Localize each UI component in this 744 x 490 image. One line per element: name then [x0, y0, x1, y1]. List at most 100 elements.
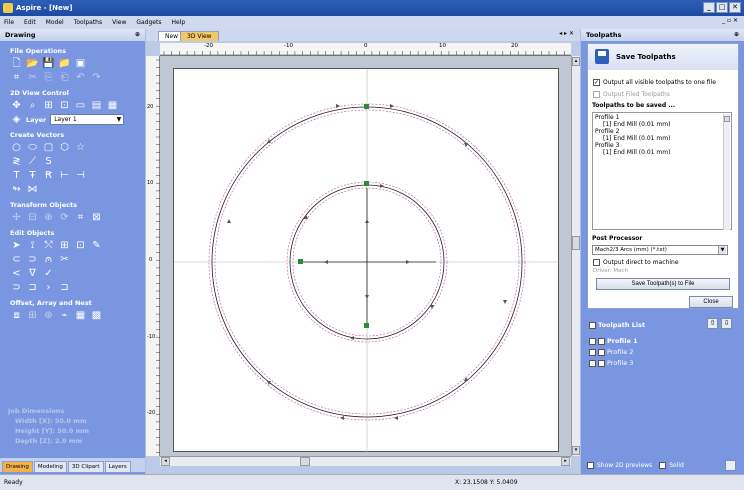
- pin-icon[interactable]: ⊕: [135, 29, 140, 41]
- list-scrollbar[interactable]: [723, 114, 730, 230]
- redo-icon[interactable]: ↷: [91, 72, 102, 83]
- cut-icon[interactable]: ✂: [27, 72, 38, 83]
- document-nav-arrows[interactable]: ◂ ▸ ✕: [559, 30, 574, 37]
- save-file-icon[interactable]: 💾: [42, 58, 54, 69]
- move-up-icon[interactable]: ⇧: [707, 318, 718, 329]
- show-2d-checkbox[interactable]: ✓: [587, 462, 594, 469]
- move-icon[interactable]: ✢: [11, 212, 22, 223]
- tab-drawing[interactable]: Drawing: [2, 461, 33, 472]
- nest-icon[interactable]: ▦: [75, 310, 86, 321]
- close-vector-icon[interactable]: ⊐: [27, 282, 38, 293]
- toolpaths-to-save-list[interactable]: Profile 1 [1] End Mill (0.01 mm) Profile…: [592, 112, 732, 230]
- pin-icon[interactable]: ⊕: [734, 29, 739, 41]
- import-icon[interactable]: 📁: [58, 58, 70, 69]
- move-down-icon[interactable]: ⇩: [721, 318, 732, 329]
- save-toolpaths-button[interactable]: Save Toolpath(s) to File: [596, 278, 730, 290]
- polyline-icon[interactable]: ≷: [11, 156, 22, 167]
- toolpath-visible-checkbox[interactable]: ✓: [589, 348, 596, 356]
- toolpath-list-checkbox[interactable]: ✓: [589, 321, 596, 329]
- scale-icon[interactable]: ⌗: [75, 212, 86, 223]
- measure-icon[interactable]: ⊣: [75, 170, 86, 181]
- maximize-button[interactable]: □: [716, 2, 728, 13]
- zoom-page-icon[interactable]: ▦: [107, 100, 118, 111]
- vertical-scrollbar[interactable]: ▴ ▾: [571, 56, 580, 456]
- intersect-icon[interactable]: ⩀: [43, 254, 54, 265]
- weld-icon[interactable]: ⊂: [11, 254, 22, 265]
- draw-freehand-icon[interactable]: ↬: [11, 184, 22, 195]
- undo-icon[interactable]: ↶: [75, 72, 86, 83]
- scroll-left-button[interactable]: ◂: [161, 457, 170, 466]
- toolpath-visible-checkbox[interactable]: ✓: [589, 359, 596, 367]
- circular-array-icon[interactable]: ⊛: [43, 310, 54, 321]
- ellipse-icon[interactable]: ⬭: [27, 142, 38, 153]
- center-icon[interactable]: ⊕: [43, 212, 54, 223]
- dimension-icon[interactable]: ⊢: [59, 170, 70, 181]
- list-scroll-thumb[interactable]: [724, 116, 730, 122]
- tab-layers[interactable]: Layers: [104, 461, 131, 472]
- subtract-icon[interactable]: ⊃: [27, 254, 38, 265]
- close-window-button[interactable]: ✕: [729, 2, 741, 13]
- tab-3d-clipart[interactable]: 3D Clipart: [67, 461, 104, 472]
- array-icon[interactable]: ⊞: [27, 310, 38, 321]
- menu-edit[interactable]: Edit: [24, 19, 36, 26]
- scroll-thumb-v[interactable]: [572, 236, 580, 250]
- vector-node-icon[interactable]: ⋈: [27, 184, 38, 195]
- toolpath-item[interactable]: ✓ Profile 2: [589, 348, 633, 356]
- smooth-icon[interactable]: ∇: [27, 268, 38, 279]
- menu-file[interactable]: File: [4, 19, 14, 26]
- text-on-curve-icon[interactable]: Ꞧ: [43, 170, 54, 181]
- show-2d-option[interactable]: ✓ Show 2D previews Solid: [587, 462, 684, 469]
- menu-help[interactable]: Help: [171, 19, 185, 26]
- align-icon[interactable]: ⊟: [27, 212, 38, 223]
- scroll-thumb-h[interactable]: [300, 457, 310, 466]
- group-icon[interactable]: ⊡: [75, 240, 86, 251]
- open-file-icon[interactable]: 📂: [26, 58, 38, 69]
- fillet-icon[interactable]: <: [11, 268, 22, 279]
- interactive-icon[interactable]: ⤲: [43, 240, 54, 251]
- toolpath-item[interactable]: ✓ Profile 1: [589, 337, 638, 345]
- offset-icon[interactable]: ⧈: [11, 310, 22, 321]
- zoom-selected-icon[interactable]: ▭: [75, 100, 86, 111]
- mdi-controls[interactable]: _ ▫ ✕: [722, 17, 738, 24]
- drawing-canvas[interactable]: [173, 68, 560, 453]
- tab-modeling[interactable]: Modeling: [33, 461, 67, 472]
- scroll-right-button[interactable]: ▸: [561, 457, 570, 466]
- menu-view[interactable]: View: [112, 19, 126, 26]
- size-icon[interactable]: ⊞: [59, 240, 70, 251]
- extend-icon[interactable]: ›: [43, 282, 54, 293]
- select-icon[interactable]: ➤: [11, 240, 22, 251]
- scroll-down-button[interactable]: ▾: [572, 446, 580, 455]
- check-vector-icon[interactable]: ✓: [43, 268, 54, 279]
- curve-icon[interactable]: S: [43, 156, 54, 167]
- output-all-checkbox[interactable]: ✓: [593, 79, 600, 86]
- zoom-box-icon[interactable]: ⊞: [43, 100, 54, 111]
- copy-along-icon[interactable]: ⌁: [59, 310, 70, 321]
- rectangle-icon[interactable]: ▢: [43, 142, 54, 153]
- horizontal-scrollbar[interactable]: ◂ ▸: [160, 456, 571, 466]
- join-icon[interactable]: ⊃: [11, 282, 22, 293]
- output-all-option[interactable]: ✓ Output all visible toolpaths to one fi…: [593, 79, 716, 86]
- job-setup-icon[interactable]: ⌗: [11, 72, 22, 83]
- output-direct-checkbox[interactable]: [593, 259, 600, 266]
- scroll-up-button[interactable]: ▴: [572, 57, 580, 66]
- post-processor-select[interactable]: Mach2/3 Arcs (mm) (*.txt) ▼: [592, 245, 728, 255]
- open-vector-icon[interactable]: ⊐: [59, 282, 70, 293]
- toolpath-doc-button[interactable]: [725, 460, 736, 471]
- rotate-icon[interactable]: ⟳: [59, 212, 70, 223]
- copy-icon[interactable]: ⎘: [43, 72, 54, 83]
- node-edit-icon[interactable]: ⟟: [27, 240, 38, 251]
- new-file-icon[interactable]: 🗋: [11, 58, 22, 69]
- text-box-icon[interactable]: Ŧ: [27, 170, 38, 181]
- mirror-icon[interactable]: ⊠: [91, 212, 102, 223]
- pan-icon[interactable]: ✥: [11, 100, 22, 111]
- paste-icon[interactable]: ⎗: [59, 72, 70, 83]
- close-button[interactable]: Close: [689, 296, 733, 308]
- trim-icon[interactable]: ✂: [59, 254, 70, 265]
- text-icon[interactable]: T: [11, 170, 22, 181]
- brush-icon[interactable]: ✎: [91, 240, 102, 251]
- solid-checkbox[interactable]: [659, 462, 667, 469]
- zoom-icon[interactable]: ⌕: [27, 100, 38, 111]
- minimize-button[interactable]: _: [703, 2, 715, 13]
- import-bitmap-icon[interactable]: ▣: [75, 58, 86, 69]
- layer-select[interactable]: Layer 1 ▼: [50, 114, 125, 125]
